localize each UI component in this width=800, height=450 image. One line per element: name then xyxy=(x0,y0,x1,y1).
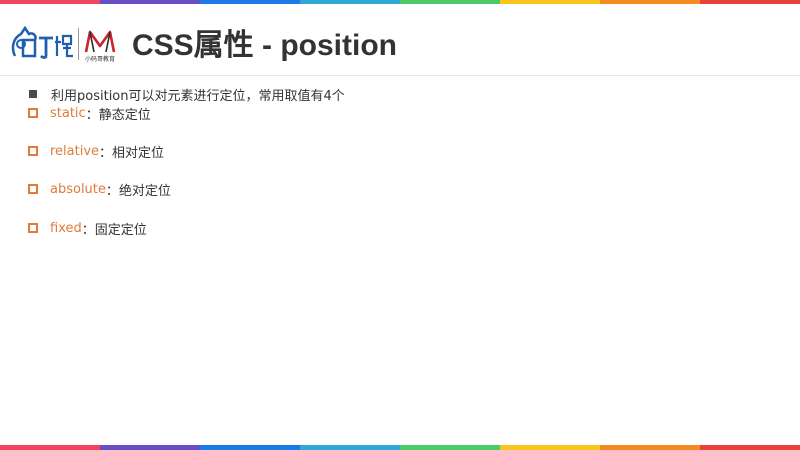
list-item: fixed ：固定定位 xyxy=(28,218,147,238)
logo-divider xyxy=(78,28,79,60)
stripe-segment xyxy=(200,445,300,450)
hollow-square-bullet-icon xyxy=(28,223,38,233)
stripe-segment xyxy=(500,445,600,450)
hollow-square-bullet-icon xyxy=(28,184,38,194)
slide-header: 小码哥教育 CSS属性 - position xyxy=(0,4,800,76)
item-keyword: fixed xyxy=(50,220,82,236)
stripe-segment xyxy=(0,445,100,450)
item-keyword: absolute xyxy=(50,181,106,197)
stripe-segment xyxy=(400,445,500,450)
bottom-color-stripe xyxy=(0,445,800,450)
square-bullet-icon xyxy=(29,90,37,98)
item-keyword: static xyxy=(50,105,86,121)
intro-line: 利用position可以对元素进行定位，常用取值有4个 xyxy=(28,84,345,104)
xiaomage-logo-text: 小码哥教育 xyxy=(84,56,115,63)
intro-text: 利用position可以对元素进行定位，常用取值有4个 xyxy=(51,88,345,104)
item-description: ：相对定位 xyxy=(99,145,165,161)
list-item: absolute ：绝对定位 xyxy=(28,179,171,199)
list-item: static ：静态定位 xyxy=(28,103,151,123)
slide-title: CSS属性 - position xyxy=(132,29,397,62)
item-keyword: relative xyxy=(50,143,100,159)
dingding-logo-icon xyxy=(11,26,73,59)
stripe-segment xyxy=(600,445,700,450)
item-description: ：静态定位 xyxy=(85,107,151,123)
stripe-segment xyxy=(300,445,400,450)
item-description: ：绝对定位 xyxy=(105,183,171,199)
list-item: relative ：相对定位 xyxy=(28,141,164,161)
item-description: ：固定定位 xyxy=(81,222,147,238)
hollow-square-bullet-icon xyxy=(28,108,38,118)
hollow-square-bullet-icon xyxy=(28,146,38,156)
stripe-segment xyxy=(700,445,800,450)
stripe-segment xyxy=(100,445,200,450)
